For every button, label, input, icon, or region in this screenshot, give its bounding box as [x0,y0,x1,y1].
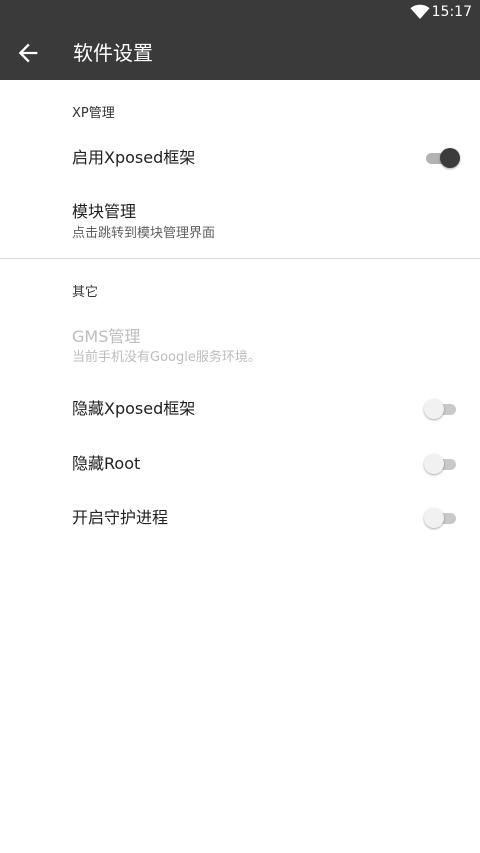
enable-xposed-switch[interactable] [424,147,460,169]
setting-title: 隐藏Root [72,454,141,473]
settings-list: XP管理 启用Xposed框架 模块管理 点击跳转到模块管理界面 其它 GMS管… [0,80,480,853]
status-bar: 15:17 [0,0,480,25]
switch-thumb [424,454,444,474]
hide-xposed-switch[interactable] [424,398,460,420]
app-bar: 软件设置 [0,25,480,80]
setting-hide-root[interactable]: 隐藏Root [0,436,480,490]
hide-root-switch[interactable] [424,453,460,475]
setting-title: 模块管理 [72,202,137,221]
setting-hide-xposed[interactable]: 隐藏Xposed框架 [0,380,480,436]
arrow-left-icon[interactable] [14,39,42,67]
setting-gms-manage: GMS管理 当前手机没有Google服务环境。 [0,316,480,372]
section-header-xp: XP管理 [72,106,115,121]
status-time: 15:17 [431,4,472,20]
switch-thumb [424,399,444,419]
section-header-other: 其它 [72,285,99,300]
setting-summary: 点击跳转到模块管理界面 [72,226,216,241]
setting-title: 隐藏Xposed框架 [72,399,196,418]
wifi-icon [410,4,430,19]
setting-title: 启用Xposed框架 [72,148,196,167]
setting-guard-process[interactable]: 开启守护进程 [0,490,480,546]
divider [0,258,480,259]
guard-process-switch[interactable] [424,507,460,529]
switch-thumb [440,148,460,168]
setting-title: GMS管理 [72,327,141,346]
setting-summary: 当前手机没有Google服务环境。 [72,350,261,365]
page-title: 软件设置 [73,41,153,65]
switch-thumb [424,508,444,528]
setting-module-manage[interactable]: 模块管理 点击跳转到模块管理界面 [0,190,480,254]
setting-enable-xposed[interactable]: 启用Xposed框架 [0,130,480,186]
setting-title: 开启守护进程 [72,508,169,527]
